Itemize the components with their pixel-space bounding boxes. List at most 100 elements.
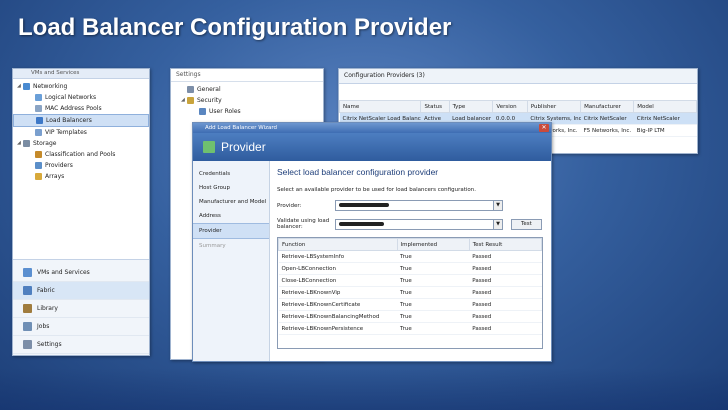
column-header[interactable]: Publisher (526, 100, 582, 113)
table-row[interactable]: Retrieve-LBKnownVip True Passed (278, 286, 542, 299)
tree-item[interactable]: VIP Templates (13, 127, 149, 138)
network-icon (23, 83, 30, 90)
fabric-icon (23, 286, 32, 295)
nav-button-library[interactable]: Library (13, 300, 149, 318)
tree-item-label: Arrays (45, 173, 65, 180)
tree-item[interactable]: ◢ Storage (13, 138, 149, 149)
tree-item-label: Storage (33, 140, 57, 147)
test-button[interactable]: Test (511, 218, 542, 230)
validate-label: Validate using load balancer: (277, 218, 330, 230)
table-cell: Passed (469, 274, 542, 287)
settings-tree: General ◢ Security User Roles (171, 82, 323, 117)
security-icon (187, 97, 194, 104)
tree-item-label: Classification and Pools (45, 151, 116, 158)
column-header[interactable]: Implemented (396, 238, 470, 251)
table-cell: True (397, 322, 470, 335)
nav-button-settings[interactable]: Settings (13, 336, 149, 354)
load-balancer-icon (36, 117, 43, 124)
table-cell: Passed (469, 262, 542, 275)
column-header[interactable]: Name (339, 100, 422, 113)
table-cell: True (397, 274, 470, 287)
tree-item[interactable]: Arrays (13, 171, 149, 182)
wizard-header-title: Provider (221, 140, 266, 154)
providers-header: Configuration Providers (3) (339, 69, 697, 84)
wizard-step-host-group[interactable]: Host Group (193, 181, 269, 195)
column-header[interactable]: Function (278, 238, 398, 251)
wizard-header: Provider (193, 133, 551, 161)
functions-table: Function Implemented Test Result Retrieve-… (278, 238, 543, 335)
tree-item[interactable]: MAC Address Pools (13, 103, 149, 114)
column-header[interactable]: Manufacturer (580, 100, 635, 113)
tree-item[interactable]: ◢ Networking (13, 81, 149, 92)
wizard-steps: Credentials Host Group Manufacturer and Mo… (193, 161, 270, 361)
settings-item-label: User Roles (209, 108, 241, 115)
table-cell: Open-LBConnection (278, 262, 398, 275)
table-cell: Citrix NetScaler (580, 112, 634, 125)
wizard-step-address[interactable]: Address (193, 209, 269, 223)
wizard-titlebar: Add Load Balancer Wizard ✕ (193, 123, 551, 133)
provider-dropdown[interactable]: ▼ (335, 200, 503, 211)
nav-button-jobs[interactable]: Jobs (13, 318, 149, 336)
mac-pool-icon (35, 105, 42, 112)
tree-item-label: Providers (45, 162, 73, 169)
table-cell: Close-LBConnection (278, 274, 398, 287)
tree-item[interactable]: Logical Networks (13, 92, 149, 103)
table-cell: Passed (469, 286, 542, 299)
wizard-content: Select load balancer configuration provi… (277, 167, 543, 355)
column-header[interactable]: Status (420, 100, 450, 113)
settings-item-label: Security (197, 97, 222, 104)
table-cell: True (397, 250, 470, 263)
nav-button-vms-and-services[interactable]: VMs and Services (13, 264, 149, 282)
tree-item[interactable]: Load Balancers (13, 114, 149, 127)
settings-item[interactable]: ◢ Security (171, 95, 323, 106)
table-row[interactable]: Close-LBConnection True Passed (278, 274, 542, 287)
table-cell: Retrieve-LBKnownBalancingMethod (278, 310, 398, 323)
vms-services-icon (23, 268, 32, 277)
table-row[interactable]: Retrieve-LBKnownPersistence True Passed (278, 322, 542, 335)
tree-item[interactable]: Providers (13, 160, 149, 171)
wizard-title: Add Load Balancer Wizard (205, 125, 278, 131)
column-header[interactable]: Version (492, 100, 528, 113)
table-cell: True (397, 262, 470, 275)
nav-button-label: VMs and Services (37, 269, 90, 276)
wizard-heading: Select load balancer configuration provi… (277, 167, 439, 177)
provider-label: Provider: (277, 202, 302, 209)
redacted-value (339, 221, 384, 226)
table-cell: Big-IP LTM (633, 124, 697, 137)
wizard-step-manufacturer-and-model[interactable]: Manufacturer and Model (193, 195, 269, 209)
nav-top-row[interactable]: VMs and Services (13, 69, 149, 79)
validate-lb-dropdown[interactable]: ▼ (335, 218, 503, 230)
nav-button-label: Jobs (37, 323, 50, 330)
close-icon[interactable]: ✕ (539, 124, 549, 132)
wizard-step-provider[interactable]: Provider (193, 223, 269, 239)
chevron-down-icon[interactable]: ▼ (493, 219, 502, 229)
column-header[interactable]: Type (448, 100, 494, 113)
chevron-down-icon[interactable]: ▼ (493, 201, 502, 210)
workspace-buttons: VMs and Services Fabric Library Jobs Setting… (13, 259, 149, 355)
settings-item[interactable]: General (171, 84, 323, 95)
tree-item-label: Load Balancers (46, 117, 92, 124)
table-cell: Citrix NetScaler (633, 112, 697, 125)
storage-icon (23, 140, 30, 147)
settings-header: Settings (171, 69, 323, 82)
column-header[interactable]: Model (633, 100, 697, 113)
provider-row: Provider: ▼ (277, 200, 543, 211)
wizard-description: Select an available provider to be used … (277, 187, 476, 193)
providers-table-header: Name Status Type Version Publisher Manufactur… (339, 100, 697, 113)
settings-item[interactable]: User Roles (171, 106, 323, 117)
tree-item-label: Networking (33, 83, 68, 90)
table-row[interactable]: Retrieve-LBKnownCertificate True Passed (278, 298, 542, 311)
table-row[interactable]: Retrieve-LBKnownBalancingMethod True Passe… (278, 310, 542, 323)
wizard-step-credentials[interactable]: Credentials (193, 167, 269, 181)
settings-item-label: General (197, 86, 221, 93)
table-cell: Retrieve-LBKnownCertificate (278, 298, 398, 311)
nav-button-fabric[interactable]: Fabric (13, 282, 149, 300)
functions-table-container: Function Implemented Test Result Retrieve-… (277, 237, 543, 349)
column-header[interactable]: Test Result (468, 238, 543, 251)
table-cell: Retrieve-LBKnownVip (278, 286, 398, 299)
tree-item[interactable]: Classification and Pools (13, 149, 149, 160)
tree-item-label: Logical Networks (45, 94, 97, 101)
table-row[interactable]: Open-LBConnection True Passed (278, 262, 542, 275)
table-row[interactable]: Retrieve-LBSystemInfo True Passed (278, 250, 542, 263)
table-cell: Retrieve-LBKnownPersistence (278, 322, 398, 335)
